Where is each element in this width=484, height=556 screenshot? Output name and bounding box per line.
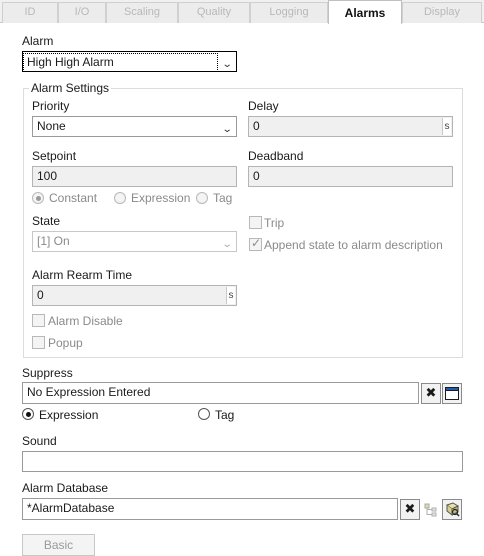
suppress-value: No Expression Entered (27, 385, 151, 399)
tab-io[interactable]: I/O (58, 2, 106, 23)
clear-database-button[interactable]: ✖ (400, 499, 420, 520)
suppress-input[interactable]: No Expression Entered (22, 382, 419, 404)
alarm-disable-checkbox[interactable] (32, 314, 45, 327)
append-state-checkbox[interactable] (249, 236, 262, 251)
constant-radio[interactable] (32, 192, 44, 204)
tab-alarms[interactable]: Alarms (328, 0, 402, 24)
setpoint-input[interactable]: 100 (32, 166, 237, 187)
tab-quality[interactable]: Quality (178, 2, 250, 23)
chevron-down-icon: ⌄ (221, 239, 233, 250)
rearm-input[interactable]: 0 s (32, 285, 237, 306)
suppress-label: Suppress (22, 366, 73, 380)
constant-radio-label: Constant (49, 191, 98, 205)
tab-display[interactable]: Display (402, 2, 482, 23)
edit-expression-button[interactable] (442, 383, 462, 404)
priority-select[interactable]: None ⌄ (32, 116, 237, 137)
close-icon: ✖ (404, 501, 416, 516)
priority-value: None (37, 119, 66, 133)
tab-scaling[interactable]: Scaling (106, 2, 178, 23)
alarm-select-value: High High Alarm (23, 53, 218, 71)
rearm-label: Alarm Rearm Time (32, 268, 133, 282)
priority-label: Priority (32, 99, 70, 113)
deadband-label: Deadband (248, 149, 304, 163)
alarm-database-value: *AlarmDatabase (27, 501, 115, 515)
tag-radio-label: Tag (213, 191, 233, 205)
tag-browse-button[interactable] (421, 499, 441, 520)
deadband-input[interactable]: 0 (248, 166, 453, 187)
rearm-value: 0 (37, 288, 44, 302)
expression-radio-label: Expression (131, 191, 191, 205)
alarm-select[interactable]: High High Alarm ⌄ (22, 51, 237, 72)
alarm-disable-label: Alarm Disable (48, 314, 123, 328)
tab-id[interactable]: ID (2, 2, 58, 23)
chevron-down-icon: ⌄ (221, 59, 233, 70)
delay-unit: s (442, 118, 451, 135)
delay-label: Delay (248, 99, 279, 113)
window-icon (445, 387, 459, 400)
setpoint-label: Setpoint (32, 149, 77, 163)
rearm-unit: s (226, 287, 235, 304)
state-value: [1] On (37, 234, 70, 248)
state-label: State (32, 214, 61, 228)
setpoint-value: 100 (37, 169, 58, 183)
alarm-database-input[interactable]: *AlarmDatabase (22, 498, 398, 520)
suppress-expression-radio[interactable] (22, 408, 34, 420)
trip-label: Trip (264, 216, 285, 230)
database-browse-icon (445, 502, 459, 517)
suppress-tag-label: Tag (215, 408, 235, 422)
alarm-settings-title: Alarm Settings (29, 81, 112, 95)
alarm-label: Alarm (22, 34, 54, 48)
suppress-tag-radio[interactable] (198, 408, 210, 420)
deadband-value: 0 (253, 169, 260, 183)
tag-radio[interactable] (196, 192, 208, 204)
clear-suppress-button[interactable]: ✖ (421, 383, 441, 404)
delay-value: 0 (253, 119, 260, 133)
delay-input[interactable]: 0 s (248, 116, 453, 137)
alarm-database-label: Alarm Database (22, 481, 109, 495)
trip-checkbox[interactable] (249, 216, 262, 229)
sound-label: Sound (22, 434, 57, 448)
sound-input[interactable] (22, 451, 463, 472)
expression-radio[interactable] (114, 192, 126, 204)
state-select[interactable]: [1] On ⌄ (32, 231, 237, 252)
chevron-down-icon: ⌄ (221, 124, 233, 135)
close-icon: ✖ (425, 385, 437, 400)
popup-checkbox[interactable] (32, 336, 45, 349)
popup-label: Popup (48, 336, 83, 350)
tag-tree-icon (424, 503, 437, 517)
append-state-label: Append state to alarm description (264, 238, 443, 252)
database-browse-button[interactable] (442, 499, 462, 520)
suppress-expression-label: Expression (39, 408, 99, 422)
tab-bar: ID I/O Scaling Quality Logging Alarms Di… (0, 0, 484, 24)
tab-logging[interactable]: Logging (250, 2, 328, 23)
